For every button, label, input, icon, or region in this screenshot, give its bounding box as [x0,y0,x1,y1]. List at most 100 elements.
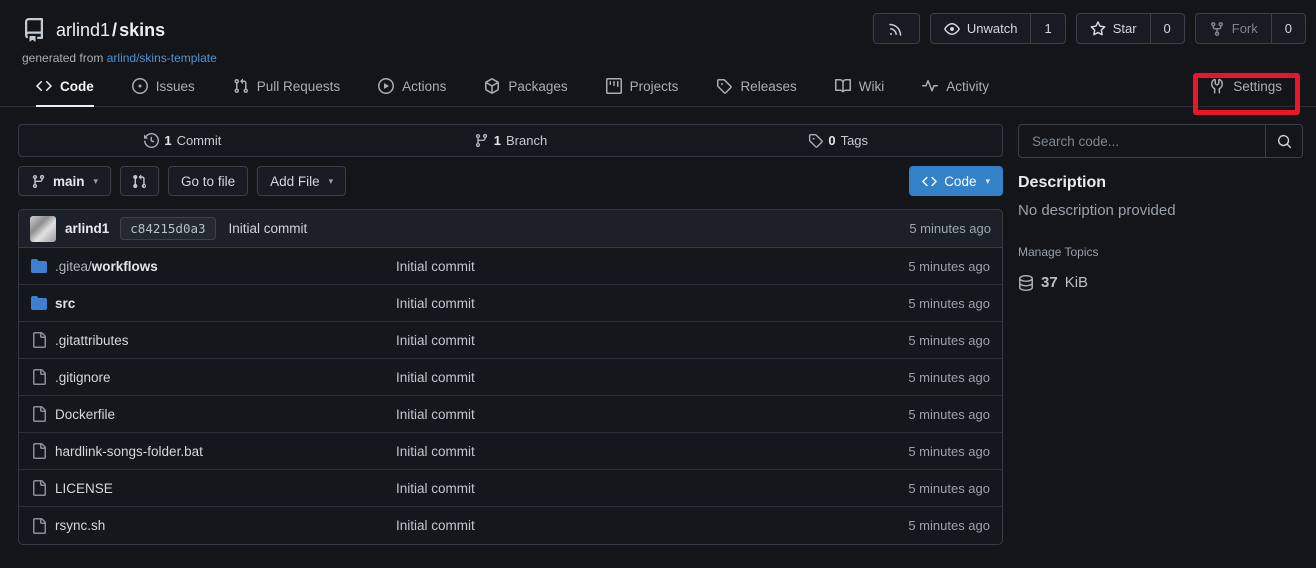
folder-icon [31,295,47,311]
search-icon [1277,134,1292,149]
repo-header: arlind1/skins generated from arlind/skin… [0,0,1316,65]
commit-hash-link[interactable]: c84215d0a3 [120,217,215,240]
file-name-link[interactable]: .gitignore [55,370,111,385]
file-name-prefix: .gitea/ [55,259,92,274]
description-heading: Description [1018,174,1303,192]
file-name: hardlink-songs-folder.bat [55,444,203,459]
branch-label: Branch [506,133,547,148]
main-content: 1 Commit 1 Branch 0 Tags main ▾ [0,107,1316,545]
tag-label: Tags [841,133,868,148]
repo-size: 37 KiB [1018,274,1303,291]
template-repo-link[interactable]: arlind/skins-template [107,51,217,65]
table-row[interactable]: hardlink-songs-folder.bat Initial commit… [19,433,1002,470]
table-row[interactable]: .gitignore Initial commit 5 minutes ago [19,359,1002,396]
tags-stat[interactable]: 0 Tags [674,125,1002,156]
commit-message-link[interactable]: Initial commit [229,221,308,236]
search-input[interactable] [1019,125,1265,157]
code-icon [36,78,52,94]
search-button[interactable] [1265,125,1302,157]
file-name-link[interactable]: .gitattributes [55,333,129,348]
unwatch-button[interactable]: Unwatch [931,14,1031,43]
star-button[interactable]: Star [1077,14,1150,43]
watch-count[interactable]: 1 [1030,14,1064,43]
tab-issues-label: Issues [156,79,195,94]
file-icon [31,518,47,534]
history-icon [144,133,159,148]
repo-size-value: 37 [1041,274,1058,291]
file-name-link[interactable]: Dockerfile [55,407,115,422]
tab-projects[interactable]: Projects [606,68,679,107]
chevron-down-icon: ▾ [329,176,334,187]
commit-author-link[interactable]: arlind1 [65,221,109,236]
rss-button[interactable] [873,13,920,44]
repo-icon [22,18,46,42]
table-row[interactable]: src Initial commit 5 minutes ago [19,285,1002,322]
table-row[interactable]: .gitattributes Initial commit 5 minutes … [19,322,1002,359]
eye-icon [944,21,960,37]
code-button-label: Code [944,174,976,189]
file-commit-message-link[interactable]: Initial commit [396,296,908,311]
repo-name-link[interactable]: skins [119,20,165,40]
file-name-link[interactable]: src [55,296,75,311]
file-name: workflows [92,259,158,274]
file-name-link[interactable]: hardlink-songs-folder.bat [55,444,203,459]
add-file-label: Add File [270,174,320,189]
repo-owner-link[interactable]: arlind1 [56,20,110,40]
file-name-link[interactable]: LICENSE [55,481,113,496]
file-commit-message-link[interactable]: Initial commit [396,444,908,459]
compare-button[interactable] [120,166,159,196]
repo-actions: Unwatch 1 Star 0 Fork 0 [873,13,1306,44]
file-name: Dockerfile [55,407,115,422]
code-icon [922,174,937,189]
tab-releases-label: Releases [740,79,796,94]
code-download-button[interactable]: Code ▾ [909,166,1003,196]
tab-projects-label: Projects [630,79,679,94]
code-search [1018,124,1303,158]
table-row[interactable]: .gitea/workflows Initial commit 5 minute… [19,248,1002,285]
file-commit-message-link[interactable]: Initial commit [396,370,908,385]
file-name-link[interactable]: rsync.sh [55,518,105,533]
tab-releases[interactable]: Releases [716,68,796,107]
file-commit-message-link[interactable]: Initial commit [396,407,908,422]
file-commit-message-link[interactable]: Initial commit [396,259,908,274]
file-name-link[interactable]: .gitea/workflows [55,259,158,274]
file-commit-message-link[interactable]: Initial commit [396,518,908,533]
table-row[interactable]: LICENSE Initial commit 5 minutes ago [19,470,1002,507]
repo-sidebar: Description No description provided Mana… [1018,124,1303,545]
fork-count[interactable]: 0 [1271,14,1305,43]
tab-settings[interactable]: Settings [1209,78,1282,97]
tab-activity[interactable]: Activity [922,68,989,107]
avatar[interactable] [30,216,56,242]
repo-file-area: 1 Commit 1 Branch 0 Tags main ▾ [18,124,1003,545]
file-commit-time: 5 minutes ago [908,333,990,348]
commit-time: 5 minutes ago [909,221,991,236]
go-to-file-button[interactable]: Go to file [168,166,248,196]
table-row[interactable]: rsync.sh Initial commit 5 minutes ago [19,507,1002,544]
add-file-button[interactable]: Add File ▾ [257,166,346,196]
file-commit-time: 5 minutes ago [908,370,990,385]
file-commit-message-link[interactable]: Initial commit [396,481,908,496]
manage-topics-link[interactable]: Manage Topics [1018,245,1303,259]
commit-count: 1 [164,133,171,148]
commit-label: Commit [177,133,222,148]
fork-group: Fork 0 [1195,13,1306,44]
tab-issues[interactable]: Issues [132,68,195,107]
table-row[interactable]: Dockerfile Initial commit 5 minutes ago [19,396,1002,433]
star-count[interactable]: 0 [1150,14,1184,43]
settings-wrap: Settings [1197,68,1294,106]
fork-button[interactable]: Fork [1196,14,1271,43]
branch-count: 1 [494,133,501,148]
tab-actions[interactable]: Actions [378,68,446,107]
tab-pull-requests[interactable]: Pull Requests [233,68,340,107]
file-table: arlind1 c84215d0a3 Initial commit 5 minu… [18,209,1003,545]
branches-stat[interactable]: 1 Branch [347,125,675,156]
file-commit-message-link[interactable]: Initial commit [396,333,908,348]
file-icon [31,369,47,385]
branch-selector[interactable]: main ▾ [18,166,111,196]
file-commit-time: 5 minutes ago [908,407,990,422]
tab-code[interactable]: Code [36,68,94,107]
file-name: LICENSE [55,481,113,496]
commits-stat[interactable]: 1 Commit [19,125,347,156]
tab-packages[interactable]: Packages [484,68,567,107]
tab-wiki[interactable]: Wiki [835,68,885,107]
